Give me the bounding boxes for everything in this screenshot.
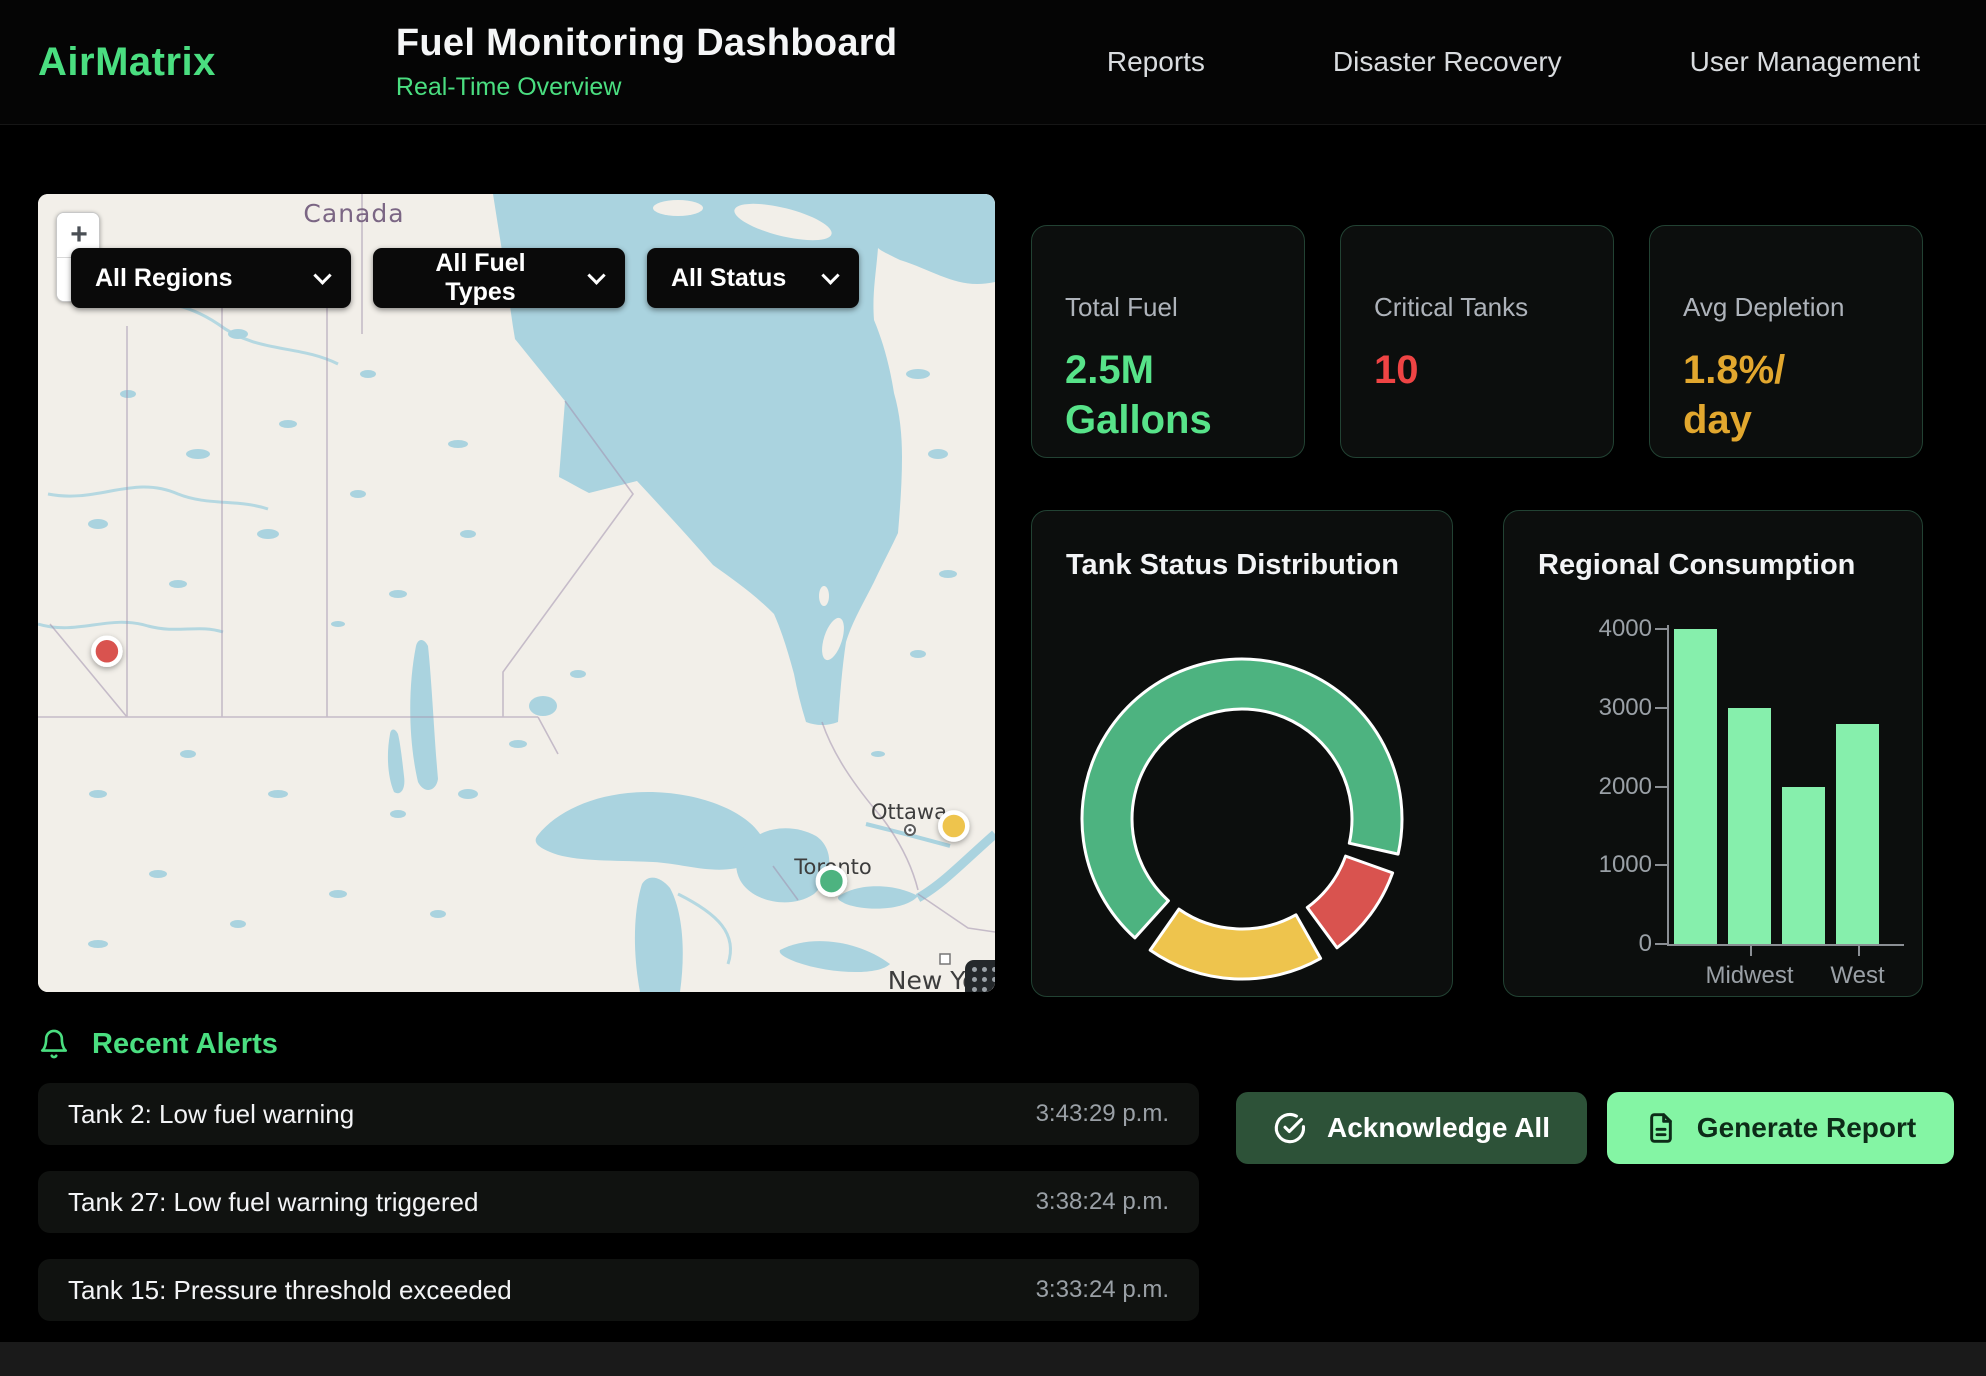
tank-marker-critical[interactable] bbox=[93, 638, 120, 665]
bar-Midwest bbox=[1728, 708, 1771, 944]
map-panel[interactable]: Canada Ottawa Toronto New York + − All R… bbox=[38, 194, 995, 992]
stat-card-critical-tanks: Critical Tanks 10 bbox=[1340, 225, 1614, 458]
alerts-section: Recent Alerts Tank 2: Low fuel warning 3… bbox=[0, 997, 1986, 1347]
x-axis-line bbox=[1667, 944, 1904, 946]
alert-text: Tank 2: Low fuel warning bbox=[68, 1099, 354, 1130]
status-filter-select[interactable]: All Status bbox=[647, 248, 859, 308]
canada-map[interactable]: Canada Ottawa Toronto New York bbox=[38, 194, 995, 992]
donut-chart-title: Tank Status Distribution bbox=[1032, 511, 1452, 582]
nav-user-management[interactable]: User Management bbox=[1690, 46, 1920, 78]
top-nav: Reports Disaster Recovery User Managemen… bbox=[1107, 46, 1920, 78]
stat-value: 1.8%/ day bbox=[1683, 345, 1889, 446]
stat-label: Critical Tanks bbox=[1374, 292, 1580, 323]
alerts-header: Recent Alerts bbox=[38, 1027, 1199, 1061]
page-subtitle: Real-Time Overview bbox=[396, 73, 897, 102]
y-axis-line bbox=[1667, 625, 1669, 946]
acknowledge-all-label: Acknowledge All bbox=[1327, 1112, 1550, 1144]
region-filter-select[interactable]: All Regions bbox=[71, 248, 351, 308]
status-filter-value: All Status bbox=[671, 264, 786, 293]
fuel-type-filter-select[interactable]: All Fuel Types bbox=[373, 248, 625, 308]
map-filter-bar: All Regions All Fuel Types All Status bbox=[71, 248, 859, 308]
regional-consumption-bar-chart: 0 1000 2000 3000 4000 Midwest West bbox=[1504, 511, 1922, 996]
chevron-down-icon bbox=[587, 266, 605, 284]
y-tick-mark bbox=[1655, 864, 1667, 866]
tank-status-donut-chart bbox=[1072, 649, 1412, 989]
tank-marker-warning[interactable] bbox=[940, 813, 967, 840]
city-label-ottawa: Ottawa bbox=[871, 800, 947, 824]
document-icon bbox=[1645, 1112, 1677, 1144]
main-content: Canada Ottawa Toronto New York + − All R… bbox=[0, 194, 1986, 997]
tank-status-panel: Tank Status Distribution bbox=[1031, 510, 1453, 997]
alert-text: Tank 15: Pressure threshold exceeded bbox=[68, 1275, 512, 1306]
bottom-bar bbox=[0, 1342, 1986, 1376]
page-title: Fuel Monitoring Dashboard bbox=[396, 22, 897, 65]
alert-row[interactable]: Tank 15: Pressure threshold exceeded 3:3… bbox=[38, 1259, 1199, 1321]
stat-value: 10 bbox=[1374, 345, 1580, 395]
alerts-title: Recent Alerts bbox=[92, 1028, 278, 1061]
nav-disaster-recovery[interactable]: Disaster Recovery bbox=[1333, 46, 1562, 78]
fuel-type-filter-value: All Fuel Types bbox=[397, 249, 564, 307]
new-york-town-icon bbox=[940, 954, 950, 964]
y-tick-mark bbox=[1655, 707, 1667, 709]
ottawa-town-dot bbox=[908, 828, 911, 831]
x-tick-label: West bbox=[1830, 962, 1884, 990]
acknowledge-all-button[interactable]: Acknowledge All bbox=[1236, 1092, 1587, 1164]
bar-region-1 bbox=[1674, 629, 1717, 944]
x-tick-mark bbox=[1750, 946, 1752, 956]
check-circle-icon bbox=[1273, 1111, 1307, 1145]
title-block: Fuel Monitoring Dashboard Real-Time Over… bbox=[396, 22, 897, 102]
x-tick-mark bbox=[1858, 946, 1860, 956]
alerts-list: Recent Alerts Tank 2: Low fuel warning 3… bbox=[38, 1027, 1199, 1347]
right-column: Total Fuel 2.5M Gallons Critical Tanks 1… bbox=[1031, 194, 1923, 997]
stat-label: Total Fuel bbox=[1065, 292, 1271, 323]
y-tick-label: 0 bbox=[1512, 930, 1652, 958]
tank-marker-normal[interactable] bbox=[818, 868, 845, 895]
alert-time: 3:33:24 p.m. bbox=[1036, 1276, 1169, 1304]
x-tick-label: Midwest bbox=[1705, 962, 1793, 990]
y-tick-mark bbox=[1655, 943, 1667, 945]
chevron-down-icon bbox=[821, 266, 839, 284]
regional-consumption-panel: Regional Consumption 01000200030004000Mi… bbox=[1503, 510, 1923, 997]
donut-segment-critical bbox=[1307, 856, 1392, 948]
alert-time: 3:43:29 p.m. bbox=[1036, 1100, 1169, 1128]
generate-report-button[interactable]: Generate Report bbox=[1607, 1092, 1954, 1164]
stat-card-avg-depletion: Avg Depletion 1.8%/ day bbox=[1649, 225, 1923, 458]
y-tick-label: 4000 bbox=[1512, 615, 1652, 643]
alert-text: Tank 27: Low fuel warning triggered bbox=[68, 1187, 478, 1218]
stat-value: 2.5M Gallons bbox=[1065, 345, 1271, 446]
y-tick-label: 1000 bbox=[1512, 851, 1652, 879]
y-tick-mark bbox=[1655, 786, 1667, 788]
alert-time: 3:38:24 p.m. bbox=[1036, 1188, 1169, 1216]
y-tick-label: 3000 bbox=[1512, 694, 1652, 722]
app-header: AirMatrix Fuel Monitoring Dashboard Real… bbox=[0, 0, 1986, 125]
region-filter-value: All Regions bbox=[95, 264, 233, 293]
stats-row: Total Fuel 2.5M Gallons Critical Tanks 1… bbox=[1031, 225, 1923, 458]
bar-West bbox=[1836, 724, 1879, 945]
stat-label: Avg Depletion bbox=[1683, 292, 1889, 323]
charts-row: Tank Status Distribution Regional Consum… bbox=[1031, 510, 1923, 997]
donut-segment-warning bbox=[1150, 909, 1320, 979]
alert-row[interactable]: Tank 2: Low fuel warning 3:43:29 p.m. bbox=[38, 1083, 1199, 1145]
bell-icon bbox=[38, 1027, 70, 1061]
chevron-down-icon bbox=[313, 266, 331, 284]
alert-row[interactable]: Tank 27: Low fuel warning triggered 3:38… bbox=[38, 1171, 1199, 1233]
brand-logo: AirMatrix bbox=[38, 40, 216, 85]
y-tick-label: 2000 bbox=[1512, 773, 1652, 801]
country-label: Canada bbox=[303, 199, 404, 228]
map-resize-handle[interactable] bbox=[965, 960, 995, 992]
y-tick-mark bbox=[1655, 628, 1667, 630]
bar-region-3 bbox=[1782, 787, 1825, 945]
stat-card-total-fuel: Total Fuel 2.5M Gallons bbox=[1031, 225, 1305, 458]
generate-report-label: Generate Report bbox=[1697, 1112, 1916, 1144]
nav-reports[interactable]: Reports bbox=[1107, 46, 1205, 78]
alert-actions: Acknowledge All Generate Report bbox=[1236, 1092, 1954, 1347]
